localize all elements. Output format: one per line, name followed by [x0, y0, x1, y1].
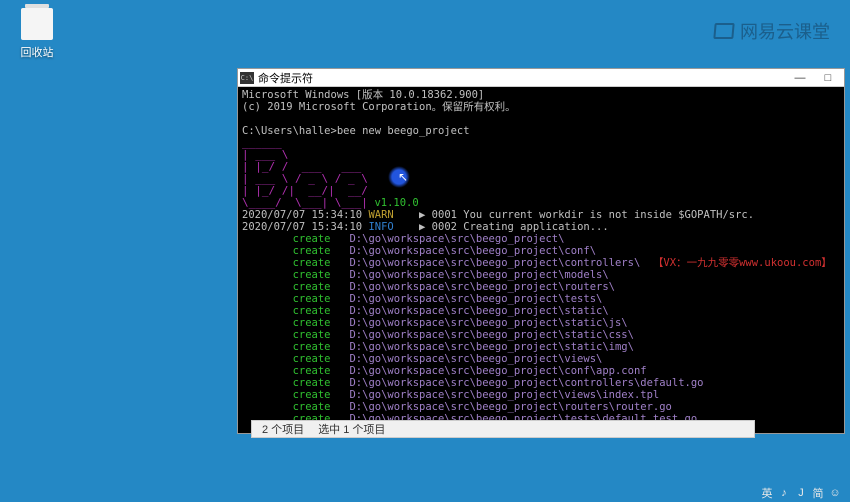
cmd-icon: C:\ — [240, 72, 254, 84]
ime-mode[interactable]: J — [794, 486, 808, 500]
command-prompt-window[interactable]: C:\ 命令提示符 — □ Microsoft Windows [版本 10.0… — [237, 68, 845, 434]
item-count: 2 个项目 — [262, 421, 304, 437]
recycle-bin-icon — [21, 8, 53, 40]
terminal-output[interactable]: Microsoft Windows [版本 10.0.18362.900] (c… — [238, 87, 844, 433]
music-icon[interactable]: ♪ — [777, 486, 791, 500]
selected-count: 选中 1 个项目 — [318, 421, 385, 437]
recycle-bin-label: 回收站 — [21, 44, 54, 60]
watermark-text: 网易云课堂 — [740, 18, 830, 44]
explorer-statusbar: 2 个项目 选中 1 个项目 — [251, 420, 755, 438]
simplified-indicator[interactable]: 简 — [811, 486, 825, 500]
smiley-icon[interactable]: ☺ — [828, 486, 842, 500]
window-title: 命令提示符 — [258, 70, 786, 86]
minimize-button[interactable]: — — [786, 72, 814, 84]
maximize-button[interactable]: □ — [814, 72, 842, 84]
ime-indicator[interactable]: 英 — [760, 486, 774, 500]
recycle-bin[interactable]: 回收站 — [12, 8, 62, 60]
system-tray[interactable]: 英 ♪ J 简 ☺ — [760, 486, 842, 500]
titlebar[interactable]: C:\ 命令提示符 — □ — [238, 69, 844, 87]
watermark: 网易云课堂 — [714, 18, 830, 44]
watermark-icon — [713, 23, 734, 39]
